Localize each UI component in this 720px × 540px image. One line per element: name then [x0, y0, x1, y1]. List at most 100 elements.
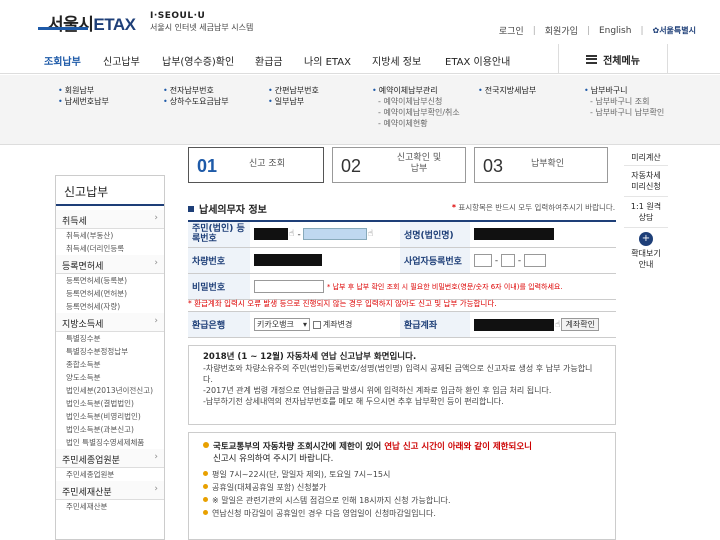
sidebar-resident-property-tax[interactable]: 주민세재산분 [56, 481, 164, 500]
sidebar-item[interactable]: 주민세종업원분 [56, 468, 164, 481]
menu-member-payment[interactable]: 회원납부 [58, 85, 109, 96]
menu-reserved-cancel[interactable]: 예약이체납부확인/취소 [372, 107, 459, 118]
mega-col-4: 예약이체납부관리 예약이체납부신청 예약이체납부확인/취소 예약이체현황 [372, 85, 460, 129]
name-field-cell [470, 221, 616, 248]
keyboard-security-icon[interactable]: ☝ [555, 320, 560, 330]
bizno-input-2[interactable] [500, 253, 515, 267]
menu-reserved-apply[interactable]: 예약이체납부신청 [372, 96, 460, 107]
sidebar-item[interactable]: 등록면허세(등록분) [56, 274, 164, 287]
quick-zoom-guide[interactable]: 확대보기 안내 [624, 248, 668, 270]
top-links: 로그인 | 회원가입 | English | ✿서울특별시 [499, 24, 696, 38]
bank-select[interactable]: 키카오뱅크 ▾ [254, 318, 310, 331]
menu-e-payment-no[interactable]: 전자납부번호 [163, 85, 229, 96]
password-label: 비밀번호 [188, 273, 250, 300]
quick-remote-support[interactable]: 1:1 원격 상담 [624, 197, 668, 228]
sidebar-item[interactable]: 종합소득분 [56, 358, 164, 371]
bullet-icon [203, 484, 208, 489]
keyboard-security-icon[interactable]: ☝ [289, 229, 294, 239]
account-field-cell: ☝ 계좌확인 [470, 311, 616, 338]
menu-reserved-status[interactable]: 예약이체현황 [372, 118, 460, 129]
bizno-input-3[interactable] [523, 253, 546, 267]
step-1-number: 01 [197, 156, 218, 176]
menu-reserved-transfer[interactable]: 예약이체납부관리 [372, 85, 460, 96]
menu-taxno-payment[interactable]: 납세번호납부 [58, 96, 109, 107]
logo-city: 서울시 [48, 15, 94, 35]
notice2-line-text: 연납신청 마감일이 공휴일인 경우 다음 영업일이 신청마감일입니다. [212, 509, 436, 518]
sidebar-item[interactable]: 법인소득분(결법법인) [56, 397, 164, 410]
english-link[interactable]: English [599, 26, 632, 36]
sidebar-item[interactable]: 등록면허세(면허분) [56, 287, 164, 300]
nav-active-underline [38, 27, 88, 30]
password-note: * 납부 후 납부 확인 조회 시 필요한 비밀번호(영문/숫자 6자 이내)를… [326, 282, 563, 291]
zoom-plus-icon[interactable]: + [639, 232, 653, 246]
menu-national-tax[interactable]: 전국지방세납부 [478, 85, 537, 96]
notice2-line-text: 평일 7시~22시(단, 말일자 제외), 토요일 7시~15시 [212, 470, 391, 479]
all-menu-button[interactable]: 전체메뉴 [558, 44, 668, 74]
nav-my-etax[interactable]: 나의 ETAX [304, 53, 351, 68]
menu-basket[interactable]: 납부바구니 [584, 85, 664, 96]
mega-col-5: 전국지방세납부 [478, 85, 537, 96]
separator: | [532, 25, 536, 36]
sidebar-item[interactable]: 취득세(부동산) [56, 229, 164, 242]
keyboard-security-icon[interactable]: ☝ [368, 229, 373, 239]
account-input[interactable] [474, 318, 554, 331]
sidebar-item[interactable]: 주민세재산분 [56, 500, 164, 513]
menu-water-fee[interactable]: 상하수도요금납부 [163, 96, 229, 107]
step-2-label: 신고확인 및 납부 [396, 153, 442, 174]
step-2-number: 02 [341, 156, 362, 176]
sidebar-item[interactable]: 법인소득분(비영리법인) [56, 410, 164, 423]
bank-label: 환급은행 [188, 311, 250, 338]
mega-col-1: 회원납부 납세번호납부 [58, 85, 109, 107]
name-input[interactable] [474, 228, 554, 241]
step-2: 02 신고확인 및 납부 [332, 147, 466, 183]
nav-etax-guide[interactable]: ETAX 이용안내 [445, 53, 510, 68]
bizno-input-1[interactable] [474, 253, 492, 267]
menu-simple-payment-no[interactable]: 간편납부번호 [268, 85, 319, 96]
nav-refund[interactable]: 환급금 [255, 53, 283, 68]
seoul-city-logo[interactable]: ✿서울특별시 [652, 25, 696, 36]
sidebar-item[interactable]: 양도소득분 [56, 371, 164, 384]
sidebar-item[interactable]: 법인 특별징수영세제체품 [56, 436, 164, 449]
account-change-checkbox[interactable] [312, 320, 321, 329]
etax-logo[interactable]: 서울시ETAX [48, 10, 136, 35]
sidebar-local-income-tax[interactable]: 지방소득세 [56, 313, 164, 332]
menu-basket-confirm[interactable]: 납부바구니 납부확인 [584, 107, 664, 118]
notice2-title: 국토교통부의 자동차량 조회시간에 제한이 있어 연납 신고 시간이 아래와 같… [203, 441, 601, 453]
nav-inquiry-payment[interactable]: 조회납부 [44, 53, 81, 68]
vehicle-input[interactable] [254, 254, 322, 266]
account-label: 환급계좌 [400, 311, 470, 338]
quick-precalc[interactable]: 미리계산 [624, 150, 668, 166]
account-change-label: 계좌변경 [322, 320, 353, 329]
sidebar-resident-employee-tax[interactable]: 주민세종업원분 [56, 449, 164, 468]
step-1-label: 신고 조회 [249, 159, 285, 169]
menu-partial-payment[interactable]: 일부납부 [268, 96, 319, 107]
sidebar-acquisition-tax[interactable]: 취득세 [56, 210, 164, 229]
nav-report-payment[interactable]: 신고납부 [103, 53, 140, 68]
right-quick-bar: 미리계산 자동차세 미리신청 1:1 원격 상담 + 확대보기 안내 [624, 150, 668, 290]
signup-link[interactable]: 회원가입 [545, 24, 578, 37]
sidebar-item[interactable]: 법인소득분(과본신고) [56, 423, 164, 436]
hamburger-icon [586, 54, 598, 64]
nav-local-tax-info[interactable]: 지방세 정보 [372, 53, 421, 68]
sidebar-item[interactable]: 특별징수분 [56, 332, 164, 345]
system-name: 서울시 인터넷 세금납부 시스템 [150, 23, 254, 32]
notice1-title: 2018년 (1 ~ 12월) 자동차세 연납 신고납부 화면입니다. [203, 352, 417, 362]
sidebar-item[interactable]: 등록면허세(자량) [56, 300, 164, 313]
mega-col-2: 전자납부번호 상하수도요금납부 [163, 85, 229, 107]
nav-receipt-check[interactable]: 납부(영수증)확인 [162, 53, 234, 68]
sidebar-item[interactable]: 법인세분(2013년이전신고) [56, 384, 164, 397]
sidebar-item[interactable]: 특별징수분정정납부 [56, 345, 164, 358]
menu-basket-view[interactable]: 납부바구니 조회 [584, 96, 664, 107]
password-input[interactable] [254, 279, 324, 293]
rrn-front-input[interactable] [254, 228, 288, 241]
quick-car-tax-apply[interactable]: 자동차세 미리신청 [624, 166, 668, 197]
rrn-back-input[interactable] [302, 228, 367, 241]
sidebar-item[interactable]: 취득세(더리인등록 [56, 242, 164, 255]
rrn-field-cell: ☝ - ☝ [250, 221, 400, 248]
sidebar-registration-tax[interactable]: 등록면허세 [56, 255, 164, 274]
notice2-title-pre: 국토교통부의 자동차량 조회시간에 제한이 있어 [213, 442, 382, 452]
sidebar: 신고납부 취득세 취득세(부동산) 취득세(더리인등록 등록면허세 등록면허세(… [55, 175, 165, 540]
separator: | [586, 25, 590, 36]
login-link[interactable]: 로그인 [499, 24, 524, 37]
account-check-button[interactable]: 계좌확인 [561, 318, 599, 331]
